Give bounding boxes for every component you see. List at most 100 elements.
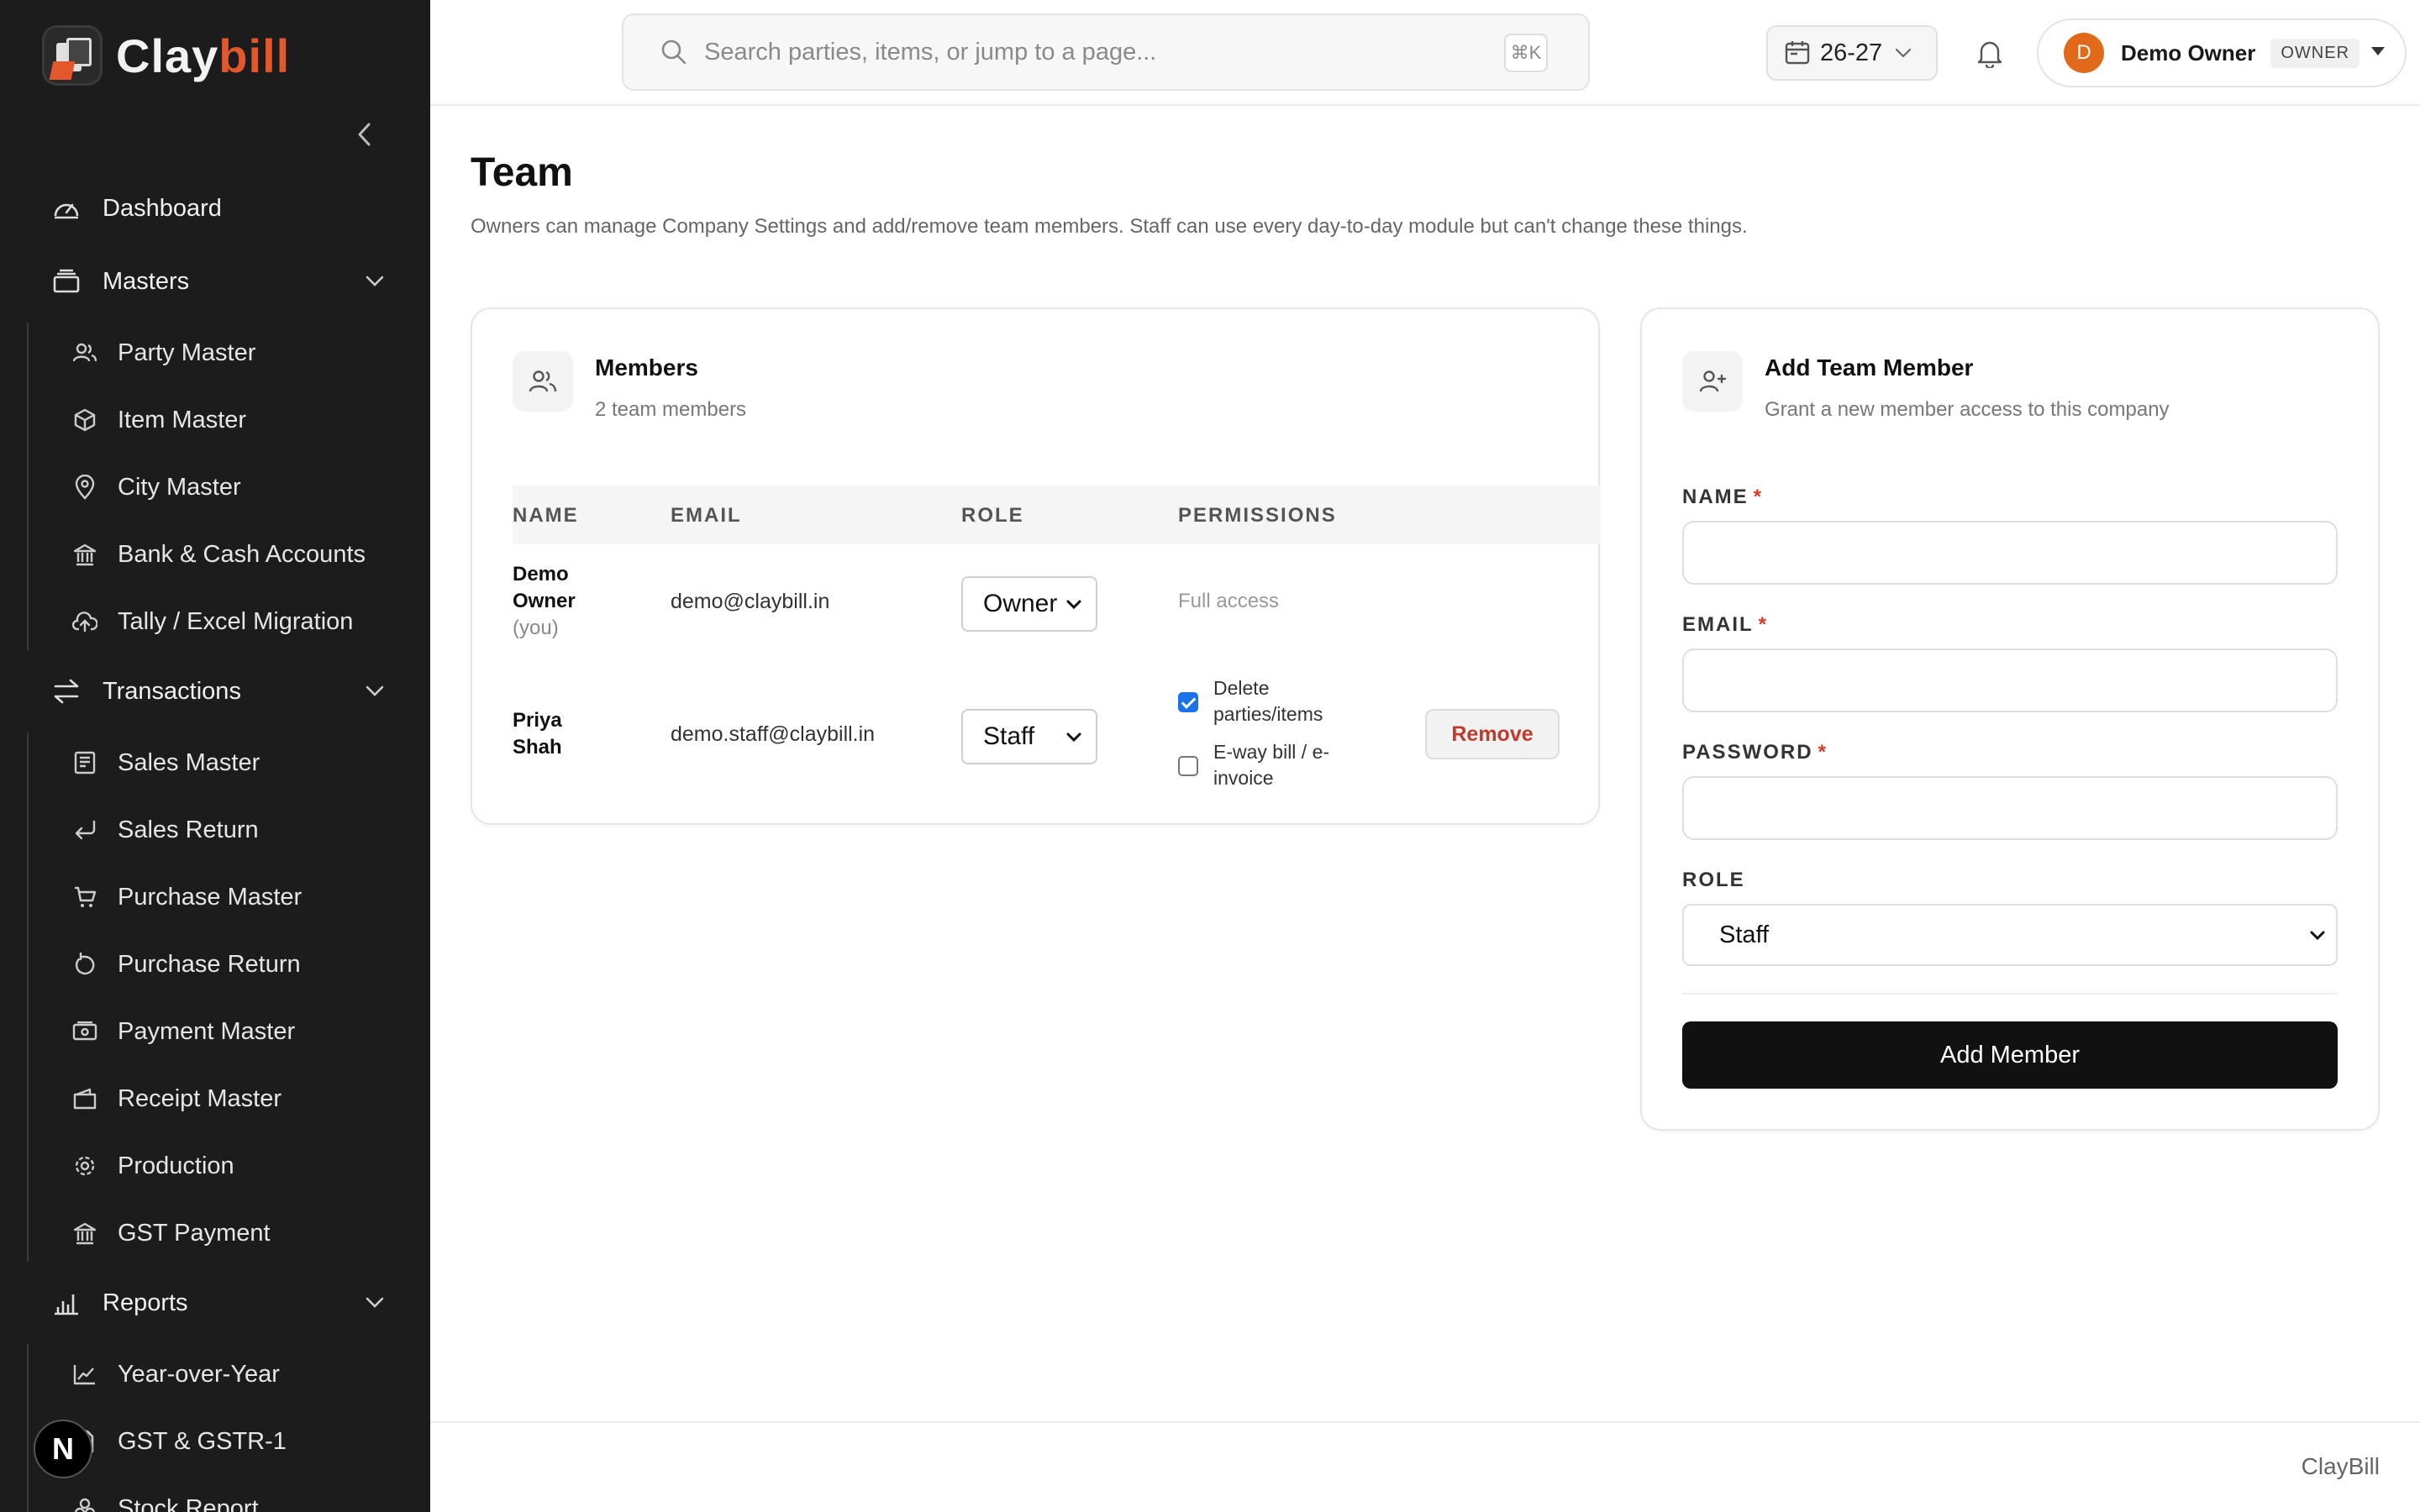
sidebar-item-purchase-master[interactable]: Purchase Master: [72, 874, 408, 920]
users-icon: [72, 340, 97, 365]
banknote-icon: [72, 1019, 97, 1044]
bar-chart-icon: [50, 1287, 82, 1319]
brand-name: Claybill: [116, 29, 290, 83]
sidebar-group-reports[interactable]: Reports: [50, 1280, 387, 1326]
permission-eway-label: E-way bill / e- invoice: [1213, 739, 1329, 791]
sidebar-item-label: City Master: [118, 473, 241, 501]
divider: [1682, 993, 2338, 995]
sidebar-item-sales-return[interactable]: Sales Return: [72, 807, 408, 853]
permission-delete-checkbox[interactable]: [1178, 692, 1198, 712]
member-email: demo@claybill.in: [671, 590, 830, 613]
role-select-value: Staff: [1719, 921, 1770, 948]
add-member-subtitle: Grant a new member access to this compan…: [1765, 398, 2170, 421]
wallet-icon: [72, 1086, 97, 1111]
sidebar-item-production[interactable]: Production: [72, 1143, 408, 1189]
sidebar-tree-line: [27, 1344, 29, 1512]
sidebar-item-label: Sales Master: [118, 748, 260, 776]
chevron-down-icon: [2310, 931, 2325, 941]
sidebar-item-party-master[interactable]: Party Master: [72, 330, 408, 375]
role-select-value: Staff: [983, 722, 1035, 750]
add-member-title: Add Team Member: [1765, 354, 1974, 381]
permission-delete-label: Delete parties/items: [1213, 675, 1323, 727]
sidebar-group-label: Transactions: [103, 677, 241, 705]
role-select[interactable]: Owner: [961, 576, 1097, 632]
search-bar[interactable]: Search parties, items, or jump to a page…: [622, 13, 1590, 91]
sidebar-item-label: GST & GSTR-1: [118, 1427, 287, 1455]
dev-tools-badge[interactable]: N: [34, 1420, 92, 1478]
required-mark: *: [1753, 486, 1764, 508]
layers-icon: [50, 265, 82, 297]
permissions-text: Full access: [1178, 590, 1280, 612]
sidebar-item-year-over-year[interactable]: Year-over-Year: [72, 1352, 408, 1397]
logo[interactable]: Claybill: [42, 24, 290, 87]
required-mark: *: [1818, 741, 1828, 764]
map-pin-icon: [72, 475, 97, 500]
notifications-button[interactable]: [1970, 34, 2010, 74]
shortcut-hint: ⌘K: [1504, 34, 1548, 72]
sidebar-item-label: Payment Master: [118, 1017, 296, 1045]
page-description: Owners can manage Company Settings and a…: [471, 215, 1748, 238]
members-count: 2 team members: [595, 398, 747, 421]
sidebar-group-label: Reports: [103, 1289, 188, 1316]
sidebar-item-label: Production: [118, 1152, 234, 1179]
permission-label-line: E-way bill / e-: [1213, 741, 1330, 763]
chevron-down-icon: [1066, 600, 1081, 610]
sidebar-item-payment-master[interactable]: Payment Master: [72, 1009, 408, 1054]
member-name-line: Owner: [513, 590, 576, 612]
email-input[interactable]: [1682, 648, 2338, 712]
sidebar-item-label: Stock Report: [118, 1494, 259, 1512]
sidebar-item-label: Party Master: [118, 339, 256, 366]
sidebar-group-masters[interactable]: Masters: [50, 259, 387, 304]
role-select[interactable]: Staff: [1682, 904, 2338, 966]
name-input[interactable]: [1682, 521, 2338, 585]
footer: ClayBill: [430, 1421, 2420, 1512]
user-name: Demo Owner: [2121, 39, 2256, 66]
receipt-icon: [72, 750, 97, 775]
sidebar-item-label: Year-over-Year: [118, 1360, 280, 1388]
sidebar-group-transactions[interactable]: Transactions: [50, 669, 387, 714]
add-member-card: Add Team Member Grant a new member acces…: [1640, 307, 2380, 1131]
brand-main: Clay: [116, 29, 219, 82]
sidebar-item-item-master[interactable]: Item Master: [72, 397, 408, 443]
stack-icon: [72, 1496, 97, 1512]
sidebar-item-label: Purchase Return: [118, 950, 301, 978]
collapse-sidebar-button[interactable]: [348, 118, 381, 151]
sidebar-item-dashboard[interactable]: Dashboard: [50, 186, 387, 231]
sidebar-item-label: Tally / Excel Migration: [118, 607, 354, 635]
logo-icon: [42, 25, 103, 86]
sidebar-item-label: Sales Return: [118, 816, 259, 843]
role-select[interactable]: Staff: [961, 709, 1097, 764]
sidebar-item-gst-gstr-1[interactable]: GST & GSTR-1: [72, 1419, 408, 1464]
sidebar-item-label: Purchase Master: [118, 883, 302, 911]
password-input[interactable]: [1682, 776, 2338, 840]
sidebar-item-purchase-return[interactable]: Purchase Return: [72, 942, 408, 987]
member-name: Demo Owner (you): [513, 561, 576, 642]
member-email: demo.staff@claybill.in: [671, 722, 876, 746]
table-header: NAME EMAIL ROLE PERMISSIONS: [513, 486, 1600, 544]
sidebar-item-label: Receipt Master: [118, 1084, 282, 1112]
sidebar-item-stock-report[interactable]: Stock Report: [72, 1486, 408, 1512]
top-bar: Search parties, items, or jump to a page…: [430, 0, 2420, 106]
sidebar-item-bank-cash-accounts[interactable]: Bank & Cash Accounts: [72, 532, 408, 577]
user-menu[interactable]: D Demo Owner OWNER: [2037, 18, 2407, 87]
gear-icon: [72, 1153, 97, 1179]
sidebar-item-receipt-master[interactable]: Receipt Master: [72, 1076, 408, 1121]
sidebar: Claybill Dashboard Masters Party Master …: [0, 0, 430, 1512]
permission-eway-checkbox[interactable]: [1178, 756, 1198, 776]
sidebar-item-city-master[interactable]: City Master: [72, 465, 408, 510]
sidebar-item-gst-payment[interactable]: GST Payment: [72, 1210, 408, 1256]
column-header-permissions: PERMISSIONS: [1178, 504, 1337, 527]
member-name-line: Demo: [513, 563, 569, 585]
sidebar-item-sales-master[interactable]: Sales Master: [72, 740, 408, 785]
user-plus-icon: [1682, 351, 1743, 412]
permission-label-line: Delete: [1213, 677, 1270, 699]
members-title: Members: [595, 354, 698, 381]
permission-label-line: invoice: [1213, 767, 1274, 789]
chevron-left-icon: [358, 123, 371, 146]
fiscal-year-selector[interactable]: 26-27: [1766, 25, 1938, 81]
sidebar-item-tally-excel-migration[interactable]: Tally / Excel Migration: [72, 599, 408, 644]
sidebar-tree-line: [27, 732, 29, 1262]
remove-member-button[interactable]: Remove: [1425, 709, 1560, 759]
add-member-button[interactable]: Add Member: [1682, 1021, 2338, 1089]
column-header-email: EMAIL: [671, 504, 742, 527]
